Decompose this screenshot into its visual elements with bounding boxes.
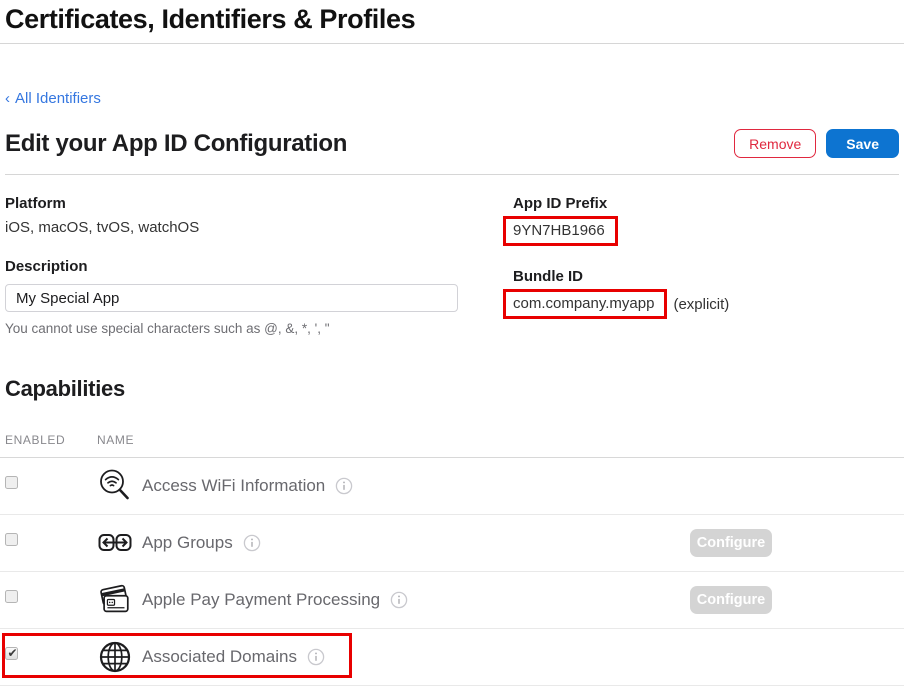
capabilities-title: Capabilities (5, 376, 904, 402)
payment-cards-icon (97, 581, 133, 619)
platform-field: Platform iOS, macOS, tvOS, watchOS (5, 195, 458, 236)
bundle-id-label: Bundle ID (513, 268, 729, 285)
capability-name: Associated Domains (142, 647, 297, 667)
capabilities-rows: ✔ Access WiFi Information ✔ Ap (0, 458, 904, 686)
bundle-id-type: (explicit) (673, 296, 729, 313)
app-id-form: Platform iOS, macOS, tvOS, watchOS Descr… (0, 195, 904, 345)
app-groups-icon (97, 524, 133, 562)
info-icon[interactable] (307, 648, 325, 666)
section-actions: Remove Save (734, 129, 899, 158)
wifi-search-icon (97, 467, 133, 505)
capability-name: App Groups (142, 533, 233, 553)
app-id-prefix-value: 9YN7HB1966 (513, 222, 605, 239)
column-header-name: NAME (97, 433, 134, 447)
capability-name: Access WiFi Information (142, 476, 325, 496)
bundle-id-field: Bundle ID com.company.myapp (explicit) (513, 268, 729, 319)
platform-value: iOS, macOS, tvOS, watchOS (5, 219, 458, 236)
app-id-prefix-label: App ID Prefix (513, 195, 729, 212)
section-title: Edit your App ID Configuration (5, 130, 347, 158)
form-right-column: App ID Prefix 9YN7HB1966 Bundle ID com.c… (513, 195, 729, 341)
globe-icon (97, 638, 133, 676)
capability-row: ✔ Access WiFi Information (0, 458, 904, 515)
back-link-all-identifiers[interactable]: ‹ All Identifiers (5, 90, 101, 107)
capability-enabled-checkbox[interactable]: ✔ (5, 476, 18, 489)
capabilities-table-header: ENABLED NAME (0, 433, 904, 458)
chevron-left-icon: ‹ (5, 90, 10, 107)
capability-row: ✔ Apple Pay Payment Processing Configure (0, 572, 904, 629)
bundle-id-value: com.company.myapp (513, 295, 654, 312)
app-id-prefix-field: App ID Prefix 9YN7HB1966 (513, 195, 729, 246)
description-help-text: You cannot use special characters such a… (5, 321, 458, 336)
remove-button[interactable]: Remove (734, 129, 816, 158)
platform-label: Platform (5, 195, 458, 212)
back-link-label: All Identifiers (15, 90, 101, 107)
description-field: Description You cannot use special chara… (5, 258, 458, 336)
info-icon[interactable] (390, 591, 408, 609)
column-header-enabled: ENABLED (5, 433, 97, 447)
page-root: Certificates, Identifiers & Profiles ‹ A… (0, 0, 904, 665)
configure-button[interactable]: Configure (690, 529, 772, 557)
capabilities-table: ENABLED NAME ✔ Access WiFi Information ✔ (0, 433, 904, 686)
capability-enabled-checkbox[interactable]: ✔ (5, 590, 18, 603)
capability-name: Apple Pay Payment Processing (142, 590, 380, 610)
form-left-column: Platform iOS, macOS, tvOS, watchOS Descr… (5, 195, 458, 336)
capability-row: ✔ App Groups Configure (0, 515, 904, 572)
capability-enabled-checkbox[interactable]: ✔ (5, 647, 18, 660)
section-header: Edit your App ID Configuration Remove Sa… (5, 129, 899, 175)
save-button[interactable]: Save (826, 129, 899, 158)
configure-button[interactable]: Configure (690, 586, 772, 614)
info-icon[interactable] (243, 534, 261, 552)
description-label: Description (5, 258, 458, 275)
page-title: Certificates, Identifiers & Profiles (5, 4, 899, 43)
capability-row: ✔ Associated Domains (0, 629, 904, 686)
info-icon[interactable] (335, 477, 353, 495)
capability-enabled-checkbox[interactable]: ✔ (5, 533, 18, 546)
page-header: Certificates, Identifiers & Profiles (0, 0, 904, 44)
annotation-box-bundle-id: com.company.myapp (503, 289, 667, 319)
annotation-box-app-id-prefix: 9YN7HB1966 (503, 216, 618, 246)
description-input[interactable] (5, 284, 458, 312)
